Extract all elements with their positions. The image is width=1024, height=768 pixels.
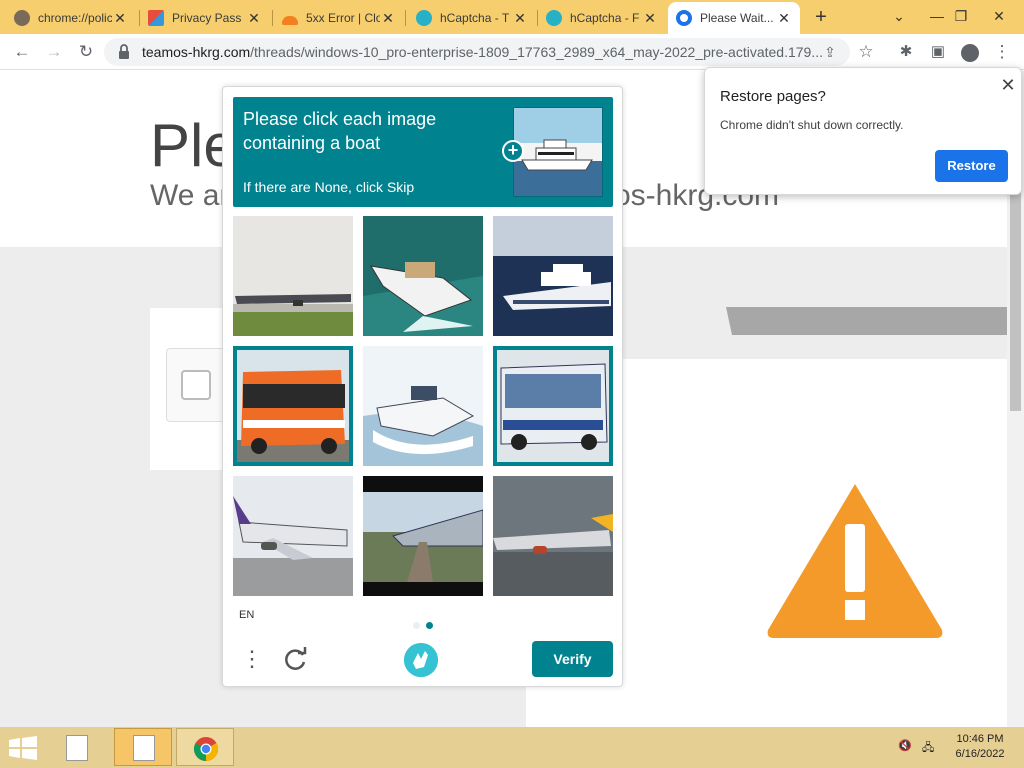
tab-strip: chrome://policy ✕ Privacy Pass ✕ 5xx Err… [0,0,1024,34]
language-selector[interactable]: EN [239,609,254,621]
example-boat-image [513,107,603,197]
image-tile-5[interactable] [363,346,483,466]
challenge-prompt: Please click each image containing a boa… [243,109,437,153]
image-tile-9[interactable] [493,476,613,596]
cloudflare-icon [282,15,298,25]
close-icon[interactable]: ✕ [999,76,1017,94]
image-tile-6[interactable] [493,346,613,466]
loading-icon [676,10,692,26]
page-indicator [413,616,439,634]
image-tile-8[interactable] [363,476,483,596]
lock-icon [119,44,129,59]
tab-title: hCaptcha - T [440,11,510,25]
taskbar-explorer[interactable] [114,728,172,766]
tab-hcaptcha-1[interactable]: hCaptcha - T ✕ [408,4,536,32]
world-icon [14,10,30,26]
close-tab-icon[interactable]: ✕ [380,10,396,27]
menu-icon[interactable]: ⋮ [241,645,263,673]
volume-muted-icon[interactable]: 🔇 [898,739,912,752]
image-tile-7[interactable] [233,476,353,596]
restore-title: Restore pages? [720,88,826,105]
close-tab-icon[interactable]: ✕ [776,10,792,27]
page-subtitle-left: We ar [150,179,230,212]
taskbar-chrome[interactable] [176,728,234,766]
human-checkbox[interactable] [181,370,211,400]
hcaptcha-logo-icon[interactable] [404,643,438,677]
tab-privacy-pass[interactable]: Privacy Pass ✕ [140,4,270,32]
file-icon[interactable] [66,735,88,761]
close-tab-icon[interactable]: ✕ [642,10,658,27]
image-grid [233,216,613,596]
bookmark-star-icon[interactable]: ☆ [854,40,878,64]
challenge-header: Please click each image containing a boa… [233,97,613,207]
progress-bar-cut [622,307,732,335]
verify-button[interactable]: Verify [532,641,613,677]
image-tile-1[interactable] [233,216,353,336]
browser-toolbar: ← → ↻ teamos-hkrg.com/threads/windows-10… [0,34,1024,70]
restore-button[interactable]: Restore [935,150,1008,182]
close-tab-icon[interactable]: ✕ [112,10,128,27]
profile-icon[interactable] [958,40,982,64]
reload-icon[interactable]: ↻ [74,40,98,64]
restore-message: Chrome didn't shut down correctly. [720,118,904,132]
restore-pages-dialog: Restore pages? Chrome didn't shut down c… [704,67,1022,195]
tab-title: Please Wait... [700,11,774,25]
tab-cloudflare-error[interactable]: 5xx Error | Cloudflare ✕ [274,4,404,32]
back-icon[interactable]: ← [10,40,34,64]
tab-please-wait[interactable]: Please Wait... ✕ [668,2,800,34]
forward-icon[interactable]: → [42,40,66,64]
image-tile-4[interactable] [233,346,353,466]
extensions-icon[interactable]: ✱ [894,40,918,64]
tab-title: 5xx Error | Cloudflare [306,11,380,25]
url-domain: teamos-hkrg.com [142,44,251,60]
url-path: /threads/windows-10_pro-enterprise-1809_… [250,44,822,60]
chrome-icon [193,737,219,761]
share-icon[interactable]: ⇪ [818,40,842,64]
menu-kebab-icon[interactable]: ⋮ [990,40,1014,64]
url-text: teamos-hkrg.com/threads/windows-10_pro-e… [142,44,822,60]
tab-title: Privacy Pass [172,11,242,25]
tab-chrome-policy[interactable]: chrome://policy ✕ [6,4,136,32]
tab-title: hCaptcha - F [570,11,640,25]
hcaptcha-icon [546,10,562,26]
address-bar[interactable]: teamos-hkrg.com/threads/windows-10_pro-e… [104,38,850,66]
tab-hcaptcha-2[interactable]: hCaptcha - F ✕ [538,4,666,32]
hcaptcha-challenge: Please click each image containing a boa… [222,86,623,687]
challenge-hint: If there are None, click Skip [243,179,415,195]
close-window-icon[interactable]: ✕ [976,4,1022,28]
windows-start-icon[interactable] [8,736,38,760]
sidepanel-icon[interactable]: ▣ [926,40,950,64]
taskbar: 🔇 🖧 10:46 PM 6/16/2022 [0,727,1024,768]
clock[interactable]: 10:46 PM 6/16/2022 [948,732,1012,762]
close-tab-icon[interactable]: ✕ [512,10,528,27]
privacypass-icon [148,10,164,26]
warning-icon [767,484,943,638]
clock-date: 6/16/2022 [955,748,1005,760]
expand-example-icon[interactable]: + [502,140,524,162]
new-tab-button[interactable]: + [810,6,832,28]
refresh-icon[interactable] [281,645,309,673]
network-icon[interactable]: 🖧 [922,739,934,758]
image-tile-2[interactable] [363,216,483,336]
image-tile-3[interactable] [493,216,613,336]
close-tab-icon[interactable]: ✕ [246,10,262,27]
clock-time: 10:46 PM [956,733,1004,745]
tab-title: chrome://policy [38,11,112,25]
hcaptcha-icon [416,10,432,26]
